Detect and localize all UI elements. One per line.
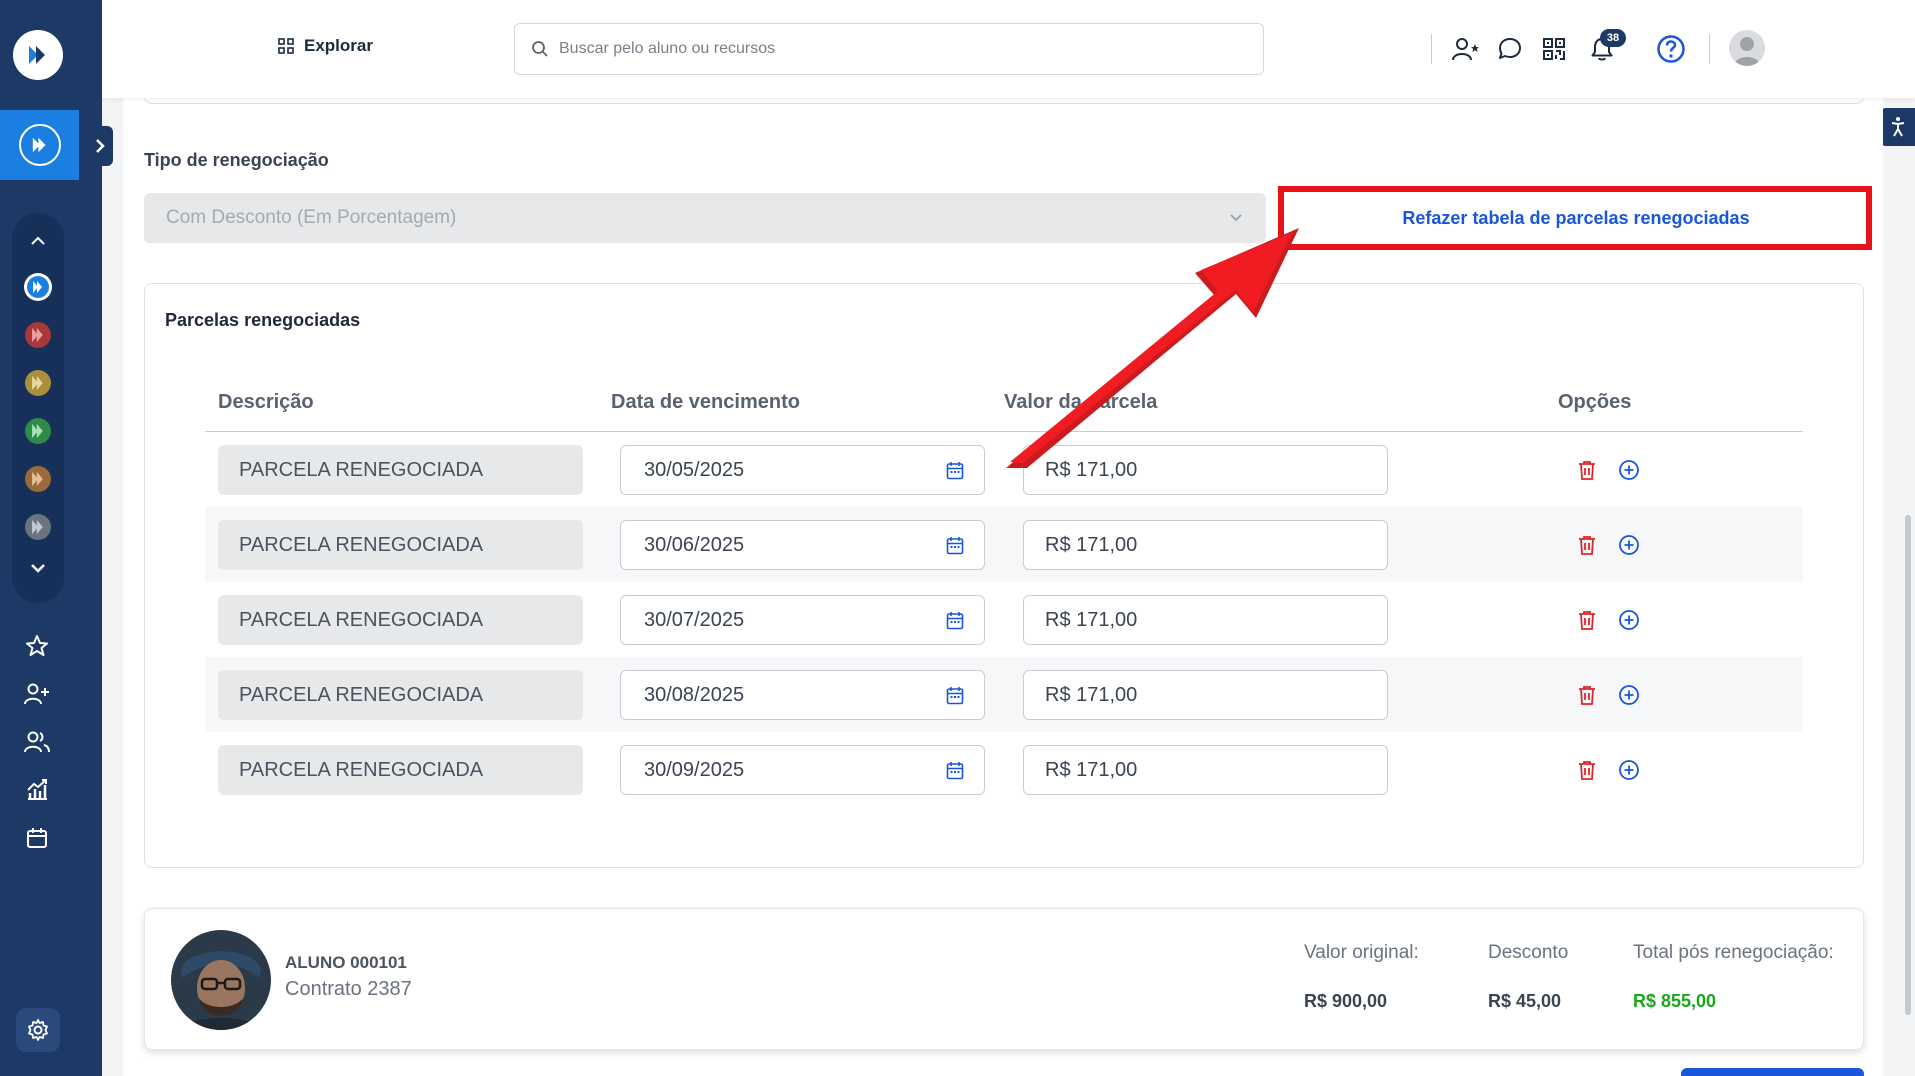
chevron-down-icon [1230,214,1242,222]
divider [1709,34,1710,64]
trash-icon[interactable] [1576,758,1598,782]
renegotiation-type-value: Com Desconto (Em Porcentagem) [166,207,457,228]
due-date-field[interactable]: 30/08/2025 [620,670,985,720]
calendar-icon[interactable] [946,686,964,705]
calendar-icon[interactable] [946,536,964,555]
gear-icon[interactable] [16,1008,60,1052]
star-icon[interactable] [22,631,52,661]
student-name: ALUNO 000101 [285,953,407,972]
scrollbar[interactable] [1905,515,1911,1015]
original-value: R$ 900,00 [1304,991,1388,1011]
module-icon-green[interactable] [24,417,52,445]
module-icon-red[interactable] [24,321,52,349]
module-icon-orange[interactable] [24,465,52,493]
help-icon[interactable] [1655,33,1687,65]
renegotiation-type-label: Tipo de renegociação [144,150,329,170]
submit-button[interactable] [1681,1068,1864,1076]
sidebar-expand-button[interactable] [87,126,113,166]
table-row: PARCELA RENEGOCIADA 30/06/2025 R$ 171,00 [205,507,1803,582]
module-icon-gold[interactable] [24,369,52,397]
trash-icon[interactable] [1576,533,1598,557]
plus-circle-icon[interactable] [1617,608,1641,632]
table-row: PARCELA RENEGOCIADA 30/09/2025 R$ 171,00 [205,732,1803,807]
due-date-field[interactable]: 30/06/2025 [620,520,985,570]
plus-circle-icon[interactable] [1617,533,1641,557]
due-date-field[interactable]: 30/09/2025 [620,745,985,795]
chevron-down-icon[interactable] [12,558,64,579]
due-date-value: 30/06/2025 [644,533,745,556]
explore-label: Explorar [304,36,373,55]
top-bar: Explorar 38 [102,0,1915,98]
discount-value: R$ 45,00 [1488,991,1562,1011]
app-logo-icon [18,124,61,166]
accessibility-icon[interactable] [1880,108,1915,146]
column-header-options: Opções [1558,391,1632,413]
app-logo-icon[interactable] [13,30,63,80]
calendar-icon[interactable] [946,461,964,480]
discount-label: Desconto [1488,942,1569,963]
module-switcher [12,213,64,603]
chart-icon[interactable] [22,775,52,805]
highlight-annotation [1278,186,1872,250]
due-date-value: 30/05/2025 [644,458,745,481]
calendar-icon[interactable] [946,611,964,630]
chat-icon[interactable] [1494,33,1526,65]
total-label: Total pós renegociação: [1633,942,1834,963]
description-field: PARCELA RENEGOCIADA [218,445,583,495]
description-field: PARCELA RENEGOCIADA [218,520,583,570]
renegotiation-type-select[interactable]: Com Desconto (Em Porcentagem) [144,193,1266,243]
module-icon-gray[interactable] [24,513,52,541]
explore-button[interactable]: Explorar [278,36,373,56]
sidebar-item-active[interactable] [0,110,79,180]
notification-badge: 38 [1600,29,1626,47]
installment-value-field[interactable]: R$ 171,00 [1023,445,1388,495]
grid-icon [278,38,294,54]
plus-circle-icon[interactable] [1617,758,1641,782]
student-photo [171,930,271,1030]
due-date-field[interactable]: 30/05/2025 [620,445,985,495]
description-field: PARCELA RENEGOCIADA [218,670,583,720]
users-icon[interactable] [22,727,52,757]
due-date-field[interactable]: 30/07/2025 [620,595,985,645]
column-header-due-date: Data de vencimento [611,391,800,413]
calendar-icon[interactable] [946,761,964,780]
search-icon [532,41,548,57]
contract-number: Contrato 2387 [285,978,412,1000]
column-header-description: Descrição [218,391,314,413]
description-field: PARCELA RENEGOCIADA [218,595,583,645]
due-date-value: 30/08/2025 [644,683,745,706]
trash-icon[interactable] [1576,608,1598,632]
original-value-label: Valor original: [1304,942,1419,963]
user-avatar[interactable] [1729,30,1765,66]
search-box[interactable] [514,23,1264,75]
installment-value-field[interactable]: R$ 171,00 [1023,520,1388,570]
due-date-value: 30/07/2025 [644,608,745,631]
trash-icon[interactable] [1576,683,1598,707]
divider [1431,34,1432,64]
description-field: PARCELA RENEGOCIADA [218,745,583,795]
column-header-value: Valor da parcela [1004,391,1158,413]
calendar-icon[interactable] [22,823,52,853]
user-plus-icon[interactable] [22,679,52,709]
installment-value-field[interactable]: R$ 171,00 [1023,670,1388,720]
user-star-icon[interactable] [1450,33,1482,65]
table-row: PARCELA RENEGOCIADA 30/05/2025 R$ 171,00 [205,432,1803,507]
plus-circle-icon[interactable] [1617,683,1641,707]
table-row: PARCELA RENEGOCIADA 30/07/2025 R$ 171,00 [205,582,1803,657]
module-icon-blue[interactable] [24,273,52,301]
search-input[interactable] [559,40,1219,58]
installments-title: Parcelas renegociadas [165,310,361,330]
bell-icon[interactable]: 38 [1586,29,1626,65]
table-row: PARCELA RENEGOCIADA 30/08/2025 R$ 171,00 [205,657,1803,732]
trash-icon[interactable] [1576,458,1598,482]
installment-value-field[interactable]: R$ 171,00 [1023,595,1388,645]
due-date-value: 30/09/2025 [644,758,745,781]
chevron-up-icon[interactable] [12,231,64,252]
plus-circle-icon[interactable] [1617,458,1641,482]
installment-value-field[interactable]: R$ 171,00 [1023,745,1388,795]
qr-code-icon[interactable] [1538,33,1570,65]
total-value: R$ 855,00 [1633,991,1717,1011]
